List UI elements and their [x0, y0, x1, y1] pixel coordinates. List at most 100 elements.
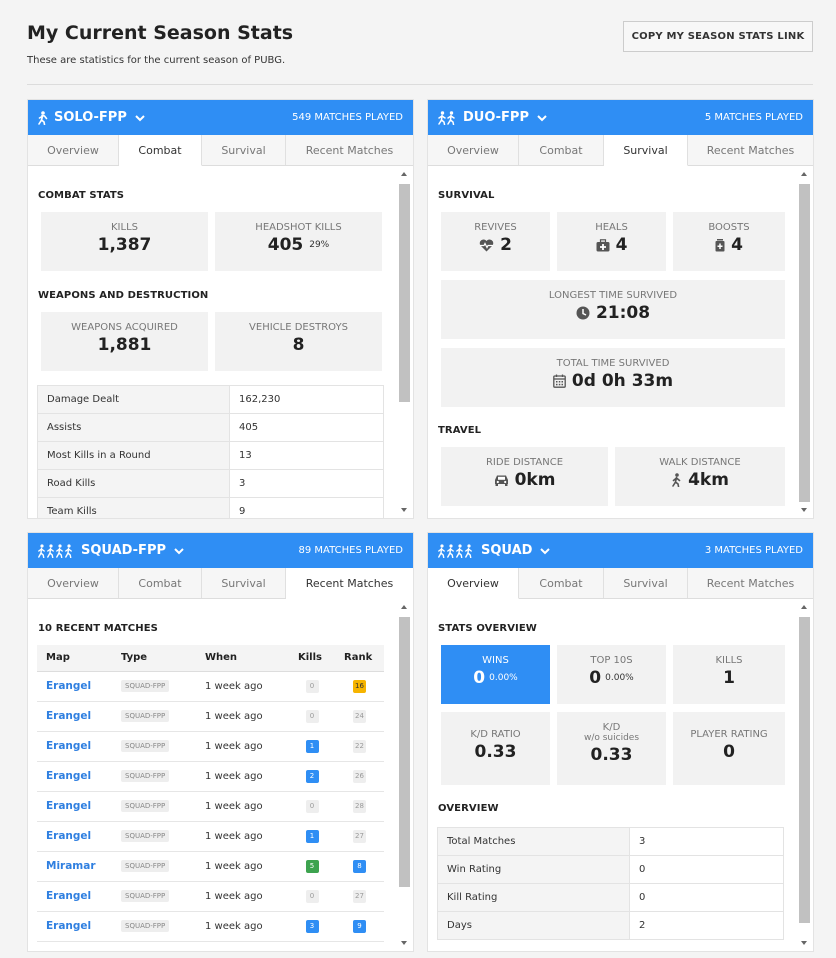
- walk-value: 4km: [688, 470, 729, 490]
- scroll-up-arrow[interactable]: [801, 172, 807, 176]
- map-link[interactable]: Erangel: [46, 740, 91, 752]
- mode-selector[interactable]: SQUAD: [437, 543, 552, 558]
- rank-badge: 27: [353, 889, 366, 903]
- map-link[interactable]: Erangel: [46, 920, 91, 932]
- table-header-row: Map Type When Kills Rank: [37, 645, 384, 672]
- stat-label: WEAPONS ACQUIRED: [71, 322, 178, 333]
- tab-recent-matches[interactable]: Recent Matches: [688, 568, 813, 598]
- tab-combat[interactable]: Combat: [119, 568, 202, 598]
- headshot-kills-stat: HEADSHOT KILLS 405 29%: [215, 212, 382, 271]
- scroll-thumb[interactable]: [399, 184, 410, 402]
- tab-combat[interactable]: Combat: [119, 135, 202, 166]
- ride-distance-stat: RIDE DISTANCE 0km: [441, 447, 608, 506]
- scroll-thumb[interactable]: [799, 617, 810, 923]
- tab-survival[interactable]: Survival: [202, 568, 286, 598]
- table-row: Win Rating 0: [437, 855, 784, 884]
- mode-selector[interactable]: DUO-FPP: [437, 110, 549, 125]
- map-link[interactable]: Miramar: [46, 860, 96, 872]
- row-value: 3: [229, 469, 384, 498]
- map-link[interactable]: Erangel: [46, 890, 91, 902]
- stat-value: 2: [441, 235, 550, 255]
- scroll-down-arrow[interactable]: [801, 508, 807, 512]
- stat-value: 0 0.00%: [557, 668, 666, 688]
- tab-recent-matches[interactable]: Recent Matches: [286, 135, 413, 165]
- kd-ratio-stat: K/D RATIO 0.33: [441, 712, 550, 785]
- energy-drink-icon: [715, 238, 725, 251]
- column-header-rank: Rank: [335, 645, 384, 672]
- mode-title: SQUAD-FPP: [81, 543, 166, 558]
- map-link[interactable]: Erangel: [46, 710, 91, 722]
- table-row: Days 2: [437, 911, 784, 940]
- scroll-up-arrow[interactable]: [401, 172, 407, 176]
- longest-value: 21:08: [595, 303, 651, 323]
- card-header: SQUAD 3 MATCHES PLAYED: [428, 533, 813, 568]
- scrollbar[interactable]: [399, 603, 410, 947]
- when-cell: 1 week ago: [196, 791, 289, 822]
- table-row: Most Kills in a Round 13: [37, 441, 384, 470]
- scroll-thumb[interactable]: [799, 184, 810, 502]
- card-body: 10 RECENT MATCHES Map Type When Kills Ra…: [28, 599, 413, 951]
- kills-value: 1,387: [97, 235, 152, 255]
- stat-value: 0km: [441, 470, 608, 490]
- tab-combat[interactable]: Combat: [519, 135, 604, 165]
- scroll-thumb[interactable]: [399, 617, 410, 887]
- scrollbar[interactable]: [799, 170, 810, 514]
- section-title: SURVIVAL: [438, 190, 495, 201]
- scrollbar[interactable]: [399, 170, 410, 514]
- tab-survival[interactable]: Survival: [604, 568, 688, 598]
- copy-season-stats-link-button[interactable]: COPY MY SEASON STATS LINK: [623, 21, 813, 52]
- tab-overview[interactable]: Overview: [428, 135, 519, 165]
- chevron-down-icon: [537, 114, 547, 121]
- map-link[interactable]: Erangel: [46, 770, 91, 782]
- stat-label: K/D RATIO: [470, 729, 521, 740]
- scrollbar[interactable]: [799, 603, 810, 947]
- row-label: Team Kills: [37, 497, 230, 518]
- tab-overview[interactable]: Overview: [428, 568, 519, 599]
- stat-value: 0: [673, 742, 785, 762]
- total-value: 0d 0h 33m: [571, 371, 674, 391]
- revives-stat: REVIVES 2: [441, 212, 550, 271]
- table-row: Erangel SQUAD-FPP 1 week ago 1 22: [37, 731, 384, 762]
- when-cell: 1 week ago: [196, 701, 289, 732]
- scroll-down-arrow[interactable]: [801, 941, 807, 945]
- map-link[interactable]: Erangel: [46, 830, 91, 842]
- tab-bar: Overview Combat Survival Recent Matches: [28, 568, 413, 599]
- tab-overview[interactable]: Overview: [28, 568, 119, 598]
- type-badge: SQUAD-FPP: [121, 680, 170, 692]
- kd-value: 0.33: [474, 742, 517, 762]
- stat-label: VEHICLE DESTROYS: [249, 322, 348, 333]
- card-header: SQUAD-FPP 89 MATCHES PLAYED: [28, 533, 413, 568]
- tab-survival[interactable]: Survival: [202, 135, 286, 165]
- stat-value: 1: [673, 668, 785, 688]
- tab-survival[interactable]: Survival: [604, 135, 688, 166]
- tab-recent-matches[interactable]: Recent Matches: [286, 568, 413, 599]
- scroll-up-arrow[interactable]: [401, 605, 407, 609]
- kills-badge: 2: [305, 769, 319, 783]
- heals-value: 4: [615, 235, 628, 255]
- table-row: Erangel SQUAD-FPP 1 week ago 0 24: [37, 701, 384, 732]
- stat-label: HEADSHOT KILLS: [255, 222, 342, 233]
- boosts-stat: BOOSTS 4: [673, 212, 785, 271]
- mode-selector[interactable]: SQUAD-FPP: [37, 543, 186, 558]
- mode-selector[interactable]: SOLO-FPP: [37, 110, 147, 125]
- stat-label: KILLS: [111, 222, 138, 233]
- scroll-up-arrow[interactable]: [801, 605, 807, 609]
- tab-bar: Overview Combat Survival Recent Matches: [28, 135, 413, 166]
- map-link[interactable]: Erangel: [46, 680, 91, 692]
- stat-value: 0 0.00%: [441, 668, 550, 688]
- rating-value: 0: [723, 742, 735, 762]
- overview-table: Total Matches 3 Win Rating 0 Kill Rating 0 Day…: [437, 827, 784, 940]
- two-people-icon: [437, 110, 457, 125]
- tab-overview[interactable]: Overview: [28, 135, 119, 165]
- map-link[interactable]: Erangel: [46, 800, 91, 812]
- when-cell: 1 week ago: [196, 911, 289, 942]
- row-value: 2: [629, 911, 784, 940]
- tab-combat[interactable]: Combat: [519, 568, 604, 598]
- scroll-down-arrow[interactable]: [401, 941, 407, 945]
- tab-recent-matches[interactable]: Recent Matches: [688, 135, 813, 165]
- kills-badge: 3: [305, 919, 319, 933]
- page-subtitle: These are statistics for the current sea…: [27, 55, 286, 66]
- table-row: Erangel SQUAD-FPP 1 week ago 0 28: [37, 791, 384, 822]
- medkit-icon: [596, 238, 610, 251]
- scroll-down-arrow[interactable]: [401, 508, 407, 512]
